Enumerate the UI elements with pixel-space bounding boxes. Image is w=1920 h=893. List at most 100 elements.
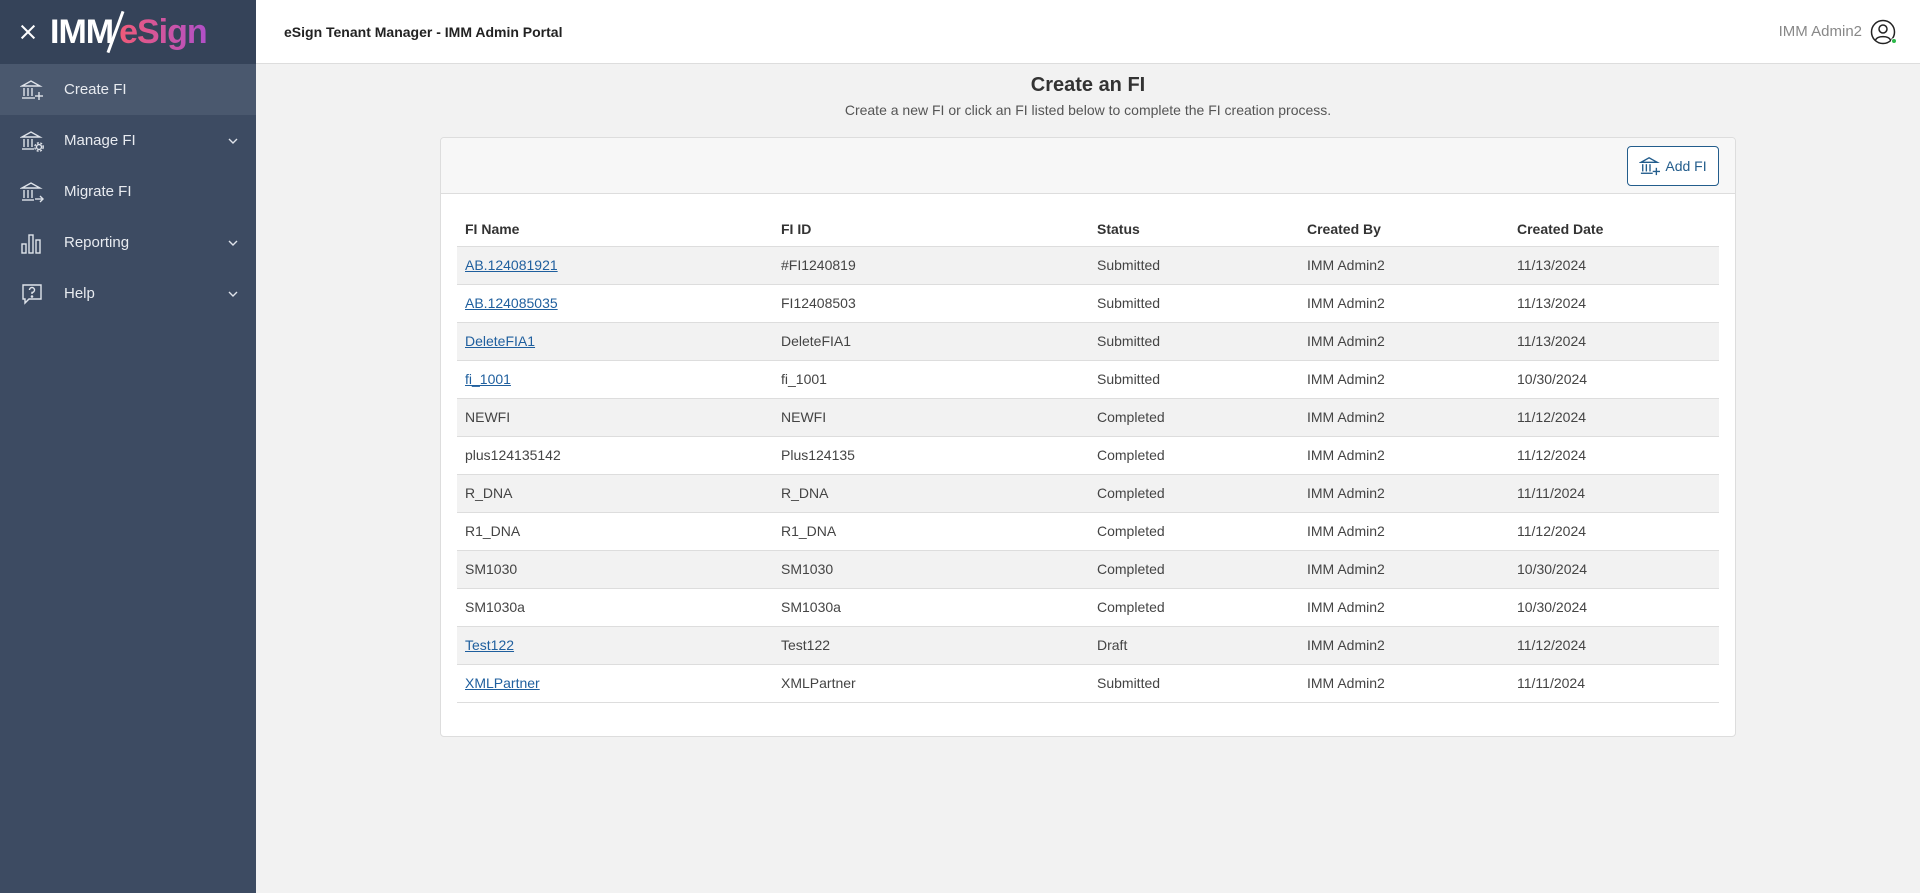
cell-created-by: IMM Admin2 — [1299, 436, 1509, 475]
close-icon[interactable] — [18, 22, 38, 42]
user-menu[interactable]: IMM Admin2 — [1779, 19, 1897, 45]
cell-fi-name: Test122 — [457, 626, 773, 665]
sidebar-item-migrate-fi[interactable]: Migrate FI — [0, 166, 256, 217]
page-subtitle: Create a new FI or click an FI listed be… — [844, 102, 1332, 118]
cell-status: Completed — [1089, 512, 1299, 551]
fi-table: FI Name FI ID Status Created By Created … — [457, 212, 1719, 703]
logo-esign-text: eSign — [119, 12, 208, 51]
sidebar-header: IMM eSign — [0, 0, 256, 64]
bank-plus-icon — [20, 79, 43, 100]
cell-created-date: 10/30/2024 — [1509, 360, 1719, 399]
fi-name-link[interactable]: AB.124085035 — [465, 295, 558, 311]
cell-fi-name: XMLPartner — [457, 664, 773, 703]
cell-status: Completed — [1089, 474, 1299, 513]
sidebar-item-label: Help — [64, 285, 95, 302]
table-row: R1_DNA R1_DNA Completed IMM Admin2 11/12/202… — [457, 512, 1719, 551]
cell-fi-id: DeleteFIA1 — [773, 322, 1089, 361]
chevron-down-icon[interactable] — [228, 289, 238, 299]
sidebar-item-help[interactable]: Help — [0, 268, 256, 319]
cell-fi-name: AB.124085035 — [457, 284, 773, 323]
cell-created-date: 11/12/2024 — [1509, 436, 1719, 475]
chevron-down-icon[interactable] — [228, 136, 238, 146]
cell-created-by: IMM Admin2 — [1299, 664, 1509, 703]
cell-status: Submitted — [1089, 284, 1299, 323]
cell-created-by: IMM Admin2 — [1299, 474, 1509, 513]
bank-gear-icon — [20, 130, 44, 152]
cell-fi-name: AB.124081921 — [457, 246, 773, 285]
table-row[interactable]: DeleteFIA1 DeleteFIA1 Submitted IMM Admin2 1… — [457, 322, 1719, 361]
cell-fi-name: SM1030a — [457, 588, 773, 627]
cell-created-by: IMM Admin2 — [1299, 284, 1509, 323]
page-title: Create an FI — [1030, 74, 1146, 96]
cell-fi-id: XMLPartner — [773, 664, 1089, 703]
bank-plus-icon — [1639, 157, 1661, 176]
cell-status: Submitted — [1089, 322, 1299, 361]
cell-created-date: 11/13/2024 — [1509, 284, 1719, 323]
add-fi-button[interactable]: Add FI — [1627, 146, 1719, 186]
cell-fi-name: SM1030 — [457, 550, 773, 589]
sidebar-item-label: Create FI — [64, 81, 127, 98]
table-row[interactable]: XMLPartner XMLPartner Submitted IMM Admin2 1… — [457, 664, 1719, 703]
top-header: eSign Tenant Manager - IMM Admin Portal … — [256, 0, 1920, 64]
sidebar-item-reporting[interactable]: Reporting — [0, 217, 256, 268]
sidebar-item-label: Reporting — [64, 234, 130, 251]
fi-name-link[interactable]: fi_1001 — [465, 371, 511, 387]
sidebar-item-manage-fi[interactable]: Manage FI — [0, 115, 256, 166]
sidebar: IMM eSign Create FI Manage FI Migrate FI… — [0, 0, 256, 893]
cell-created-by: IMM Admin2 — [1299, 360, 1509, 399]
cell-status: Submitted — [1089, 664, 1299, 703]
table-row: plus124135142 Plus124135 Completed IMM Admi… — [457, 436, 1719, 475]
fi-list-card: Add FI FI Name FI ID Status Created By C… — [440, 137, 1736, 737]
table-row[interactable]: AB.124085035 FI12408503 Submitted IMM Admin… — [457, 284, 1719, 323]
cell-fi-name: plus124135142 — [457, 436, 773, 475]
table-row: R_DNA R_DNA Completed IMM Admin2 11/11/2024 — [457, 474, 1719, 513]
table-row: SM1030a SM1030a Completed IMM Admin2 10/30/2… — [457, 588, 1719, 627]
table-row[interactable]: AB.124081921 #FI1240819 Submitted IMM Admin… — [457, 246, 1719, 285]
user-avatar-icon[interactable] — [1870, 19, 1897, 45]
help-icon — [22, 283, 42, 305]
sidebar-item-create-fi[interactable]: Create FI — [0, 64, 256, 115]
app-title: eSign Tenant Manager - IMM Admin Portal — [284, 23, 563, 40]
bar-chart-icon — [21, 233, 41, 254]
fi-name-link[interactable]: DeleteFIA1 — [465, 333, 535, 349]
cell-created-by: IMM Admin2 — [1299, 246, 1509, 285]
cell-created-date: 10/30/2024 — [1509, 588, 1719, 627]
fi-name-link[interactable]: AB.124081921 — [465, 257, 558, 273]
column-header-status[interactable]: Status — [1089, 212, 1299, 247]
cell-fi-id: fi_1001 — [773, 360, 1089, 399]
cell-created-date: 11/11/2024 — [1509, 664, 1719, 703]
table-row: NEWFI NEWFI Completed IMM Admin2 11/12/2024 — [457, 398, 1719, 437]
cell-created-by: IMM Admin2 — [1299, 398, 1509, 437]
chevron-down-icon[interactable] — [228, 238, 238, 248]
main-content: Create an FI Create a new FI or click an… — [256, 64, 1920, 893]
fi-name-link[interactable]: XMLPartner — [465, 675, 540, 691]
cell-created-date: 11/12/2024 — [1509, 512, 1719, 551]
column-header-created-by[interactable]: Created By — [1299, 212, 1509, 247]
cell-created-date: 10/30/2024 — [1509, 550, 1719, 589]
table-row[interactable]: fi_1001 fi_1001 Submitted IMM Admin2 10/30/2… — [457, 360, 1719, 399]
cell-fi-name: R1_DNA — [457, 512, 773, 551]
cell-fi-id: R_DNA — [773, 474, 1089, 513]
cell-status: Submitted — [1089, 246, 1299, 285]
fi-name-link[interactable]: Test122 — [465, 637, 514, 653]
cell-created-date: 11/12/2024 — [1509, 398, 1719, 437]
column-header-fi-id[interactable]: FI ID — [773, 212, 1089, 247]
cell-created-by: IMM Admin2 — [1299, 512, 1509, 551]
cell-fi-id: NEWFI — [773, 398, 1089, 437]
card-toolbar: Add FI — [441, 138, 1735, 194]
cell-status: Completed — [1089, 588, 1299, 627]
cell-created-by: IMM Admin2 — [1299, 550, 1509, 589]
sidebar-item-label: Manage FI — [64, 132, 136, 149]
cell-fi-name: NEWFI — [457, 398, 773, 437]
cell-fi-id: #FI1240819 — [773, 246, 1089, 285]
cell-status: Completed — [1089, 550, 1299, 589]
add-fi-label: Add FI — [1665, 158, 1707, 174]
cell-status: Draft — [1089, 626, 1299, 665]
column-header-fi-name[interactable]: FI Name — [457, 212, 773, 247]
cell-created-by: IMM Admin2 — [1299, 322, 1509, 361]
cell-status: Submitted — [1089, 360, 1299, 399]
table-row[interactable]: Test122 Test122 Draft IMM Admin2 11/12/2024 — [457, 626, 1719, 665]
table-header-row: FI Name FI ID Status Created By Created … — [457, 212, 1719, 247]
cell-created-date: 11/11/2024 — [1509, 474, 1719, 513]
column-header-created-date[interactable]: Created Date — [1509, 212, 1719, 247]
